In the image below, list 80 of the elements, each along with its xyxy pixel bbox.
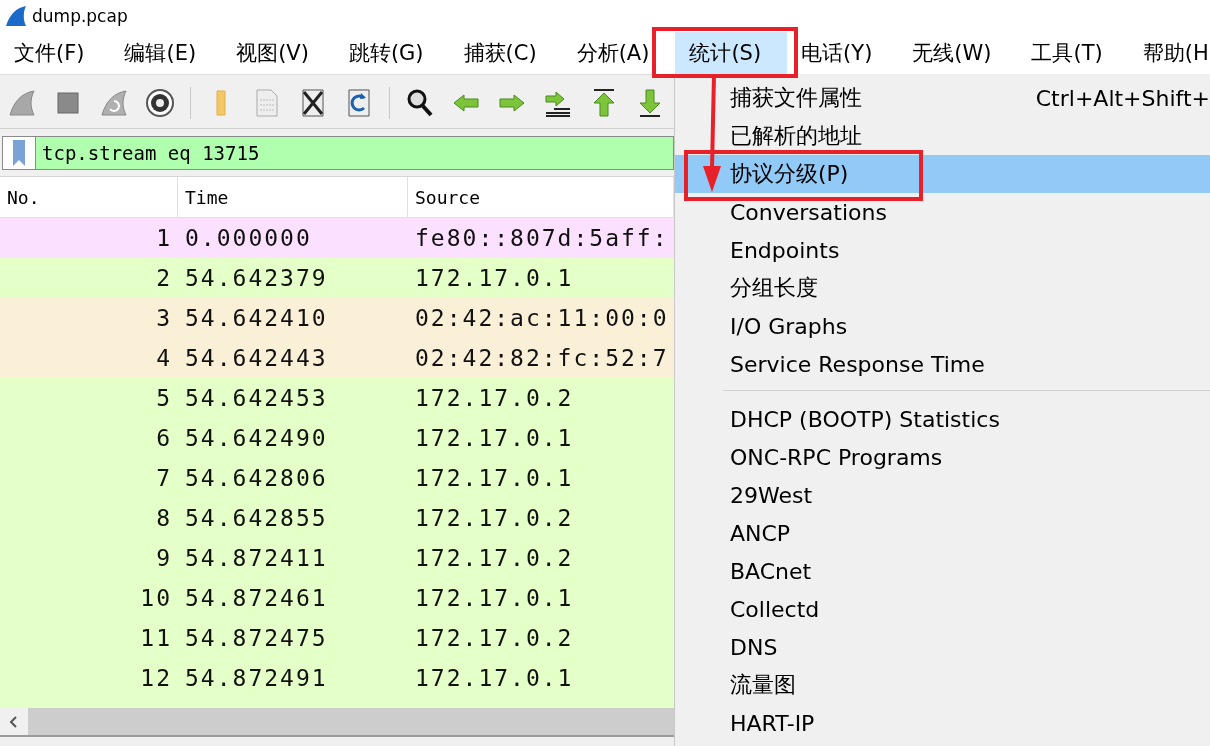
table-cell-text: 54.642453 [184,385,329,411]
table-cell-text: 54.642490 [184,425,329,451]
settings-icon [144,86,176,119]
table-cell-text: 6 [155,425,173,451]
scroll-left-button[interactable] [0,708,28,735]
menu-item[interactable]: ONC-RPC Programs [675,438,1210,476]
menu-item[interactable]: I/O Graphs [675,307,1210,345]
table-cell-text: 02:42:ac:11:00:0 [414,305,670,331]
table-cell-text: 8 [155,505,173,531]
menu-item[interactable]: BACnet [675,552,1210,590]
table-cell-text: 5 [155,385,173,411]
table-cell-text: 4 [155,345,173,371]
folder-icon [216,89,226,116]
menu-item[interactable]: Collectd [675,590,1210,628]
table-cell-text: 02:42:82:fc:52:7 [414,345,670,371]
menu-item[interactable]: 捕获文件属性 Ctrl+Alt+Shift+ [675,79,1210,117]
table-cell-text: 54.642806 [184,465,329,491]
menu-item[interactable]: Conversations [675,193,1210,231]
menu-item-label: 捕获文件属性 [730,84,863,112]
table-cell-text: 172.17.0.2 [414,625,575,651]
menu-item[interactable]: DHCP (BOOTP) Statistics [675,400,1210,438]
column-header[interactable]: Time [178,177,408,217]
table-cell-text: 54.642379 [184,265,329,291]
menu-item[interactable]: 分组长度 [675,269,1210,307]
table-cell-text: 54.642443 [184,345,329,371]
table-cell-text: 172.17.0.1 [414,665,575,691]
table-cell-text: 12 [139,665,173,691]
menu-item[interactable]: 无线(W) [898,32,1018,74]
bookmark-icon [11,139,27,166]
menu-item[interactable]: DNS [675,628,1210,666]
menu-item[interactable]: 帮助(H [1128,32,1210,74]
table-cell-text: 54.642410 [184,305,329,331]
packet-row[interactable]: 1 0.000000 fe80::807d:5aff: [0,218,674,258]
table-cell-text: 54.642855 [184,505,329,531]
settings-button[interactable] [144,86,176,119]
table-cell-text: 54.872461 [184,585,329,611]
menu-item[interactable]: Endpoints [675,231,1210,269]
packet-row[interactable]: 4 54.642443 02:42:82:fc:52:7 [0,338,674,378]
menu-item[interactable]: ANCP [675,514,1210,552]
menu-item[interactable]: 视图(V) [222,32,335,74]
table-cell-text: 54.872475 [184,625,329,651]
menu-item[interactable]: 29West [675,476,1210,514]
table-cell-text: 10 [139,585,173,611]
table-cell-text: 54.872411 [184,545,329,571]
shortcut-label: Ctrl+Alt+Shift+ [1035,85,1210,111]
menu-item[interactable]: 跳转(G) [334,32,450,74]
table-cell-text: 11 [139,625,173,651]
table-cell-text: 172.17.0.1 [414,425,575,451]
menu-item[interactable]: 协议分级(P) [675,155,1210,193]
menu-item[interactable]: 文件(F) [0,32,111,74]
horizontal-scrollbar[interactable] [0,708,674,737]
menu-item[interactable]: HART-IP [675,704,1210,742]
menu-item[interactable]: Service Response Time [675,345,1210,383]
table-cell-text: 3 [155,305,173,331]
table-cell-text: 172.17.0.1 [414,465,575,491]
chevron-left-icon [8,714,20,729]
menu-item[interactable]: 已解析的地址 [675,117,1210,155]
menu-item[interactable]: 工具(T) [1017,32,1129,74]
window-title: dump.pcap [32,6,128,26]
table-cell-text: 9 [155,545,173,571]
shark-fin-icon [4,4,28,28]
menu-item[interactable]: 分析(A) [562,32,676,74]
table-cell-text: 172.17.0.2 [414,385,575,411]
table-cell-text: 0.000000 [184,225,313,251]
table-cell-text: 54.872491 [184,665,329,691]
menu-item[interactable]: 电话(Y) [787,32,899,74]
table-cell-text: 172.17.0.2 [414,505,575,531]
table-cell-text: 2 [155,265,173,291]
table-cell-text: 7 [155,465,173,491]
table-cell-text: 172.17.0.1 [414,585,575,611]
table-cell-text: 172.17.0.2 [414,545,575,571]
column-header[interactable]: No. [0,177,178,217]
menu-item[interactable]: 统计(S) [675,32,788,74]
menu-item[interactable]: 捕获(C) [449,32,563,74]
menu-item[interactable]: 编辑(E) [110,32,223,74]
packet-row[interactable]: 3 54.642410 02:42:ac:11:00:0 [0,298,674,338]
menu-item[interactable]: 流量图 [675,666,1210,704]
table-cell-text: 1 [155,225,173,251]
table-cell-text: 172.17.0.1 [414,265,575,291]
table-cell-text: fe80::807d:5aff: [414,225,670,251]
